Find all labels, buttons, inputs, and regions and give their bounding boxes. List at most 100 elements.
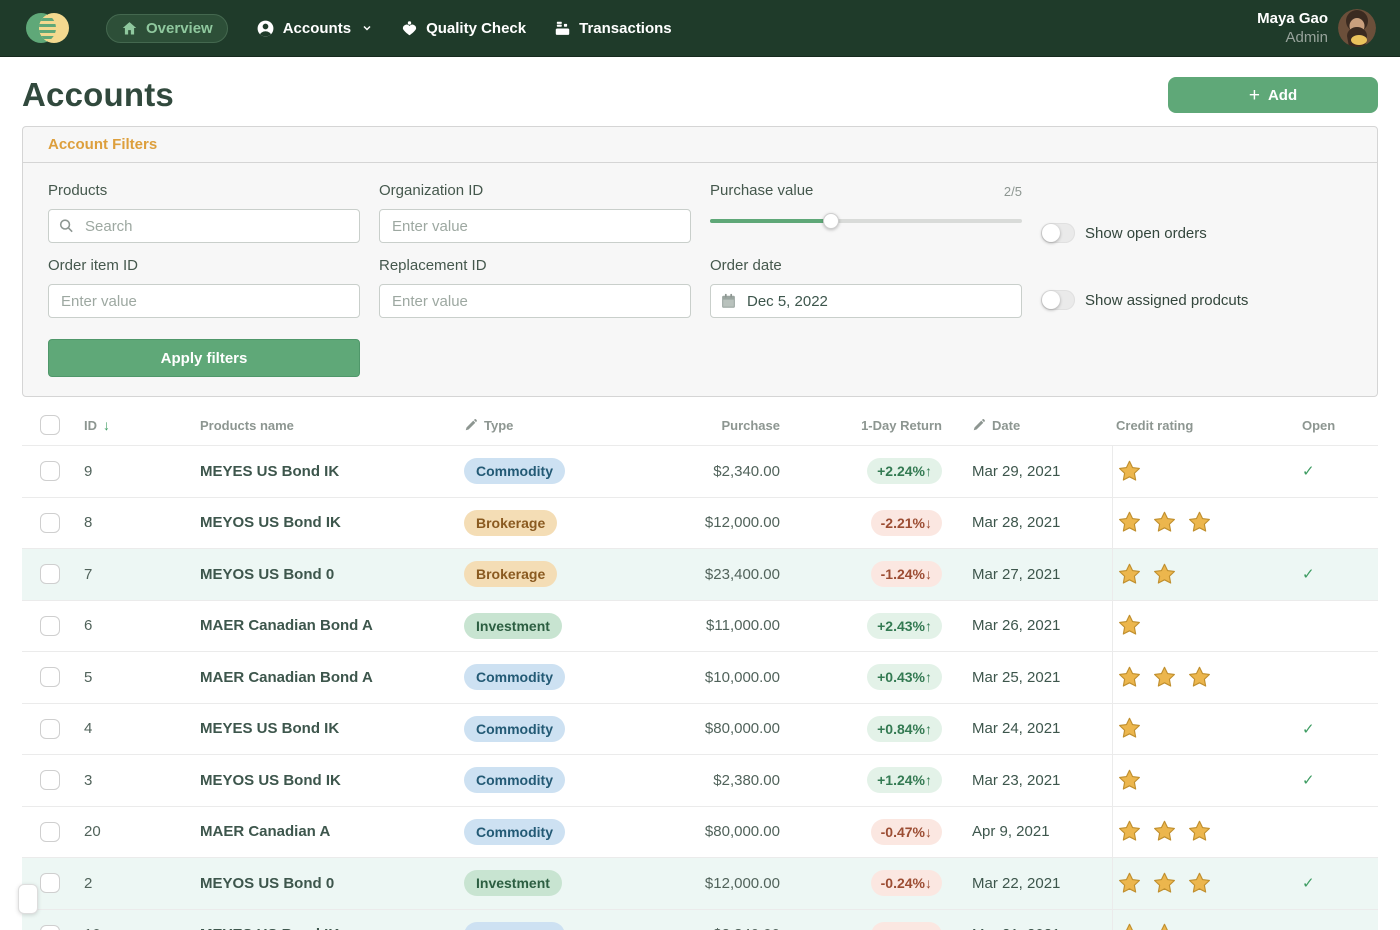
row-date[interactable]: Mar 26, 2021 [966,617,1112,634]
filters-panel-title: Account Filters [48,136,157,153]
table-row[interactable]: 4 MEYES US Bond IK Commodity $80,000.00 … [22,703,1378,755]
table-row[interactable]: 7 MEYOS US Bond 0 Brokerage $23,400.00 -… [22,548,1378,600]
row-type-badge[interactable]: Brokerage [464,561,557,587]
row-type-badge[interactable]: Commodity [464,922,565,930]
row-product-name: MEYOS US Bond IK [200,772,464,789]
row-date[interactable]: Apr 9, 2021 [966,823,1112,840]
row-return-badge: -1.24%↓ [871,561,942,587]
row-date[interactable]: Mar 23, 2021 [966,772,1112,789]
row-checkbox[interactable] [40,461,60,481]
star-icon [1152,819,1177,844]
floating-handle[interactable] [18,884,38,914]
table-row[interactable]: 20 MAER Canadian A Commodity $80,000.00 … [22,806,1378,858]
nav-item-overview[interactable]: Overview [106,14,228,43]
table-row[interactable]: 3 MEYOS US Bond IK Commodity $2,380.00 +… [22,754,1378,806]
row-checkbox[interactable] [40,822,60,842]
row-type-badge[interactable]: Commodity [464,664,565,690]
row-type-badge[interactable]: Brokerage [464,510,557,536]
column-header-open[interactable]: Open [1302,418,1335,433]
row-id: 5 [84,669,200,686]
row-credit-rating [1112,652,1286,703]
table-row[interactable]: 6 MAER Canadian Bond A Investment $11,00… [22,600,1378,652]
column-header-products-name[interactable]: Products name [200,418,294,433]
apply-filters-button[interactable]: Apply filters [48,339,360,377]
account-filters-panel: Account Filters Products Org [22,126,1378,397]
row-open-check: ✓ [1286,565,1378,583]
replacement-id-input[interactable] [379,284,691,318]
column-header-date[interactable]: Date [972,418,1020,433]
row-return-badge: +0.43%↑ [867,664,942,690]
column-header-credit-rating[interactable]: Credit rating [1116,418,1193,433]
row-purchase: $12,000.00 [654,875,804,892]
add-button[interactable]: + Add [1168,77,1378,113]
row-id: 4 [84,720,200,737]
star-icon [1187,819,1212,844]
nav-item-transactions[interactable]: Transactions [554,20,672,37]
slider-thumb[interactable] [823,213,839,229]
row-product-name: MEYOS US Bond 0 [200,875,464,892]
row-checkbox[interactable] [40,719,60,739]
row-id: 7 [84,566,200,583]
purchase-value-slider[interactable] [710,213,1022,229]
row-type-badge[interactable]: Commodity [464,819,565,845]
row-return-badge: +2.24%↑ [867,458,942,484]
star-icon [1187,665,1212,690]
table-body: 9 MEYES US Bond IK Commodity $2,340.00 +… [22,445,1378,930]
row-date[interactable]: Mar 24, 2021 [966,720,1112,737]
table-header-row: ID↓ Products name Type Purchase 1-Day Re… [22,405,1378,445]
row-checkbox[interactable] [40,616,60,636]
row-date[interactable]: Mar 25, 2021 [966,669,1112,686]
star-icon [1152,665,1177,690]
star-icon [1117,665,1142,690]
row-type-badge[interactable]: Commodity [464,767,565,793]
row-type-badge[interactable]: Commodity [464,716,565,742]
row-purchase: $23,400.00 [654,566,804,583]
table-row[interactable]: 2 MEYOS US Bond 0 Investment $12,000.00 … [22,857,1378,909]
show-open-orders-toggle[interactable] [1041,223,1075,243]
column-header-1-day-return[interactable]: 1-Day Return [861,418,942,433]
row-checkbox[interactable] [40,513,60,533]
column-header-id[interactable]: ID↓ [84,417,110,433]
row-credit-rating [1112,910,1286,930]
table-row[interactable]: 5 MAER Canadian Bond A Commodity $10,000… [22,651,1378,703]
column-header-purchase[interactable]: Purchase [721,418,780,433]
row-date[interactable]: Mar 29, 2021 [966,463,1112,480]
row-date[interactable]: Mar 22, 2021 [966,875,1112,892]
table-row[interactable]: 10 MEYES US Bond IK Commodity $2,340.00 … [22,909,1378,930]
row-date[interactable]: Mar 21, 2021 [966,926,1112,930]
row-date[interactable]: Mar 28, 2021 [966,514,1112,531]
products-search-input[interactable] [48,209,360,243]
register-icon [554,20,571,37]
column-header-type[interactable]: Type [464,418,513,433]
search-icon [58,218,75,235]
row-checkbox[interactable] [40,770,60,790]
purchase-value-label: Purchase value [710,182,813,199]
star-icon [1117,819,1142,844]
organization-id-label: Organization ID [379,182,691,199]
row-checkbox[interactable] [40,667,60,687]
avatar[interactable] [1338,9,1376,47]
row-checkbox[interactable] [40,925,60,930]
row-product-name: MEYES US Bond IK [200,926,464,930]
star-icon [1117,922,1142,930]
row-checkbox[interactable] [40,564,60,584]
table-row[interactable]: 8 MEYOS US Bond IK Brokerage $12,000.00 … [22,497,1378,549]
brand-logo-icon[interactable] [24,9,70,47]
star-icon [1117,510,1142,535]
nav-item-quality-check[interactable]: Quality Check [401,20,526,37]
row-date[interactable]: Mar 27, 2021 [966,566,1112,583]
accounts-table: ID↓ Products name Type Purchase 1-Day Re… [22,405,1378,930]
products-label: Products [48,182,360,199]
order-date-input[interactable] [710,284,1022,318]
row-type-badge[interactable]: Commodity [464,458,565,484]
table-row[interactable]: 9 MEYES US Bond IK Commodity $2,340.00 +… [22,445,1378,497]
row-type-badge[interactable]: Investment [464,613,562,639]
select-all-checkbox[interactable] [40,415,60,435]
order-item-id-input[interactable] [48,284,360,318]
nav-item-accounts[interactable]: Accounts [256,19,373,38]
row-checkbox[interactable] [40,873,60,893]
row-type-badge[interactable]: Investment [464,870,562,896]
replacement-id-label: Replacement ID [379,257,691,274]
show-assigned-products-toggle[interactable] [1041,290,1075,310]
organization-id-input[interactable] [379,209,691,243]
